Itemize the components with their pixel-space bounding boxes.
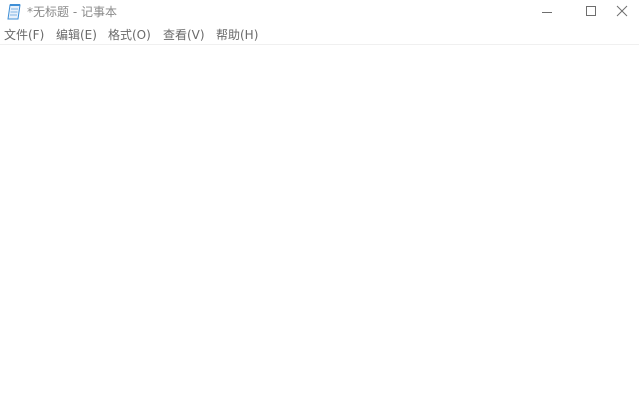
window-title: *无标题 - 记事本 <box>27 5 117 19</box>
menu-format[interactable]: 格式(O) <box>108 27 151 43</box>
notepad-window: *无标题 - 记事本 文件(F) 编辑(E) 格式(O) 查看(V) 帮助(H) <box>0 0 639 413</box>
menu-edit[interactable]: 编辑(E) <box>56 27 97 43</box>
minimize-icon <box>542 12 552 13</box>
maximize-icon <box>586 6 596 16</box>
menu-bar: 文件(F) 编辑(E) 格式(O) 查看(V) 帮助(H) <box>0 26 639 45</box>
menu-file[interactable]: 文件(F) <box>4 27 44 43</box>
text-editor[interactable] <box>0 45 639 413</box>
menu-help[interactable]: 帮助(H) <box>216 27 258 43</box>
maximize-button[interactable] <box>570 0 614 26</box>
close-button[interactable] <box>614 0 639 26</box>
notepad-icon <box>7 4 22 20</box>
minimize-button[interactable] <box>526 0 570 26</box>
menu-view[interactable]: 查看(V) <box>163 27 205 43</box>
close-icon <box>616 5 628 17</box>
title-bar[interactable]: *无标题 - 记事本 <box>0 0 639 26</box>
